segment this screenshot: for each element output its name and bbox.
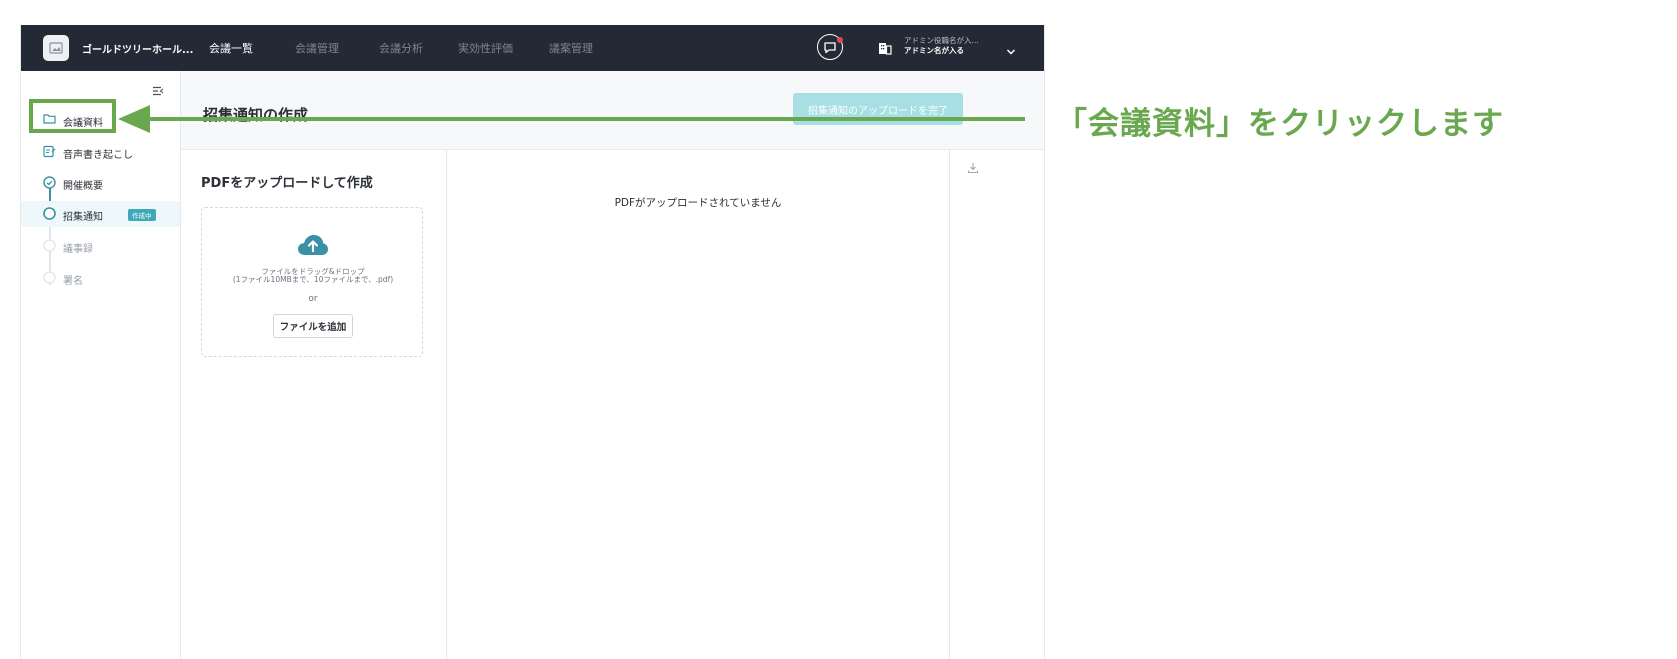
page-header: 招集通知の作成 招集通知のアップロードを完了: [181, 71, 1044, 150]
organization-name[interactable]: ゴールドツリーホール...: [82, 41, 193, 56]
sidebar-item-overview[interactable]: 開催概要: [21, 170, 180, 196]
sidebar-item-label: 議事録: [63, 244, 93, 255]
circle-icon: [43, 271, 56, 287]
or-divider-text: or: [308, 294, 318, 304]
nav-meeting-analysis[interactable]: 会議分析: [379, 40, 423, 56]
page-title: 招集通知の作成: [203, 106, 309, 124]
empty-state-message: PDFがアップロードされていません: [614, 197, 782, 209]
sidebar-item-label: 音声書き起こし: [63, 150, 133, 161]
sidebar-item-label: 署名: [63, 276, 83, 287]
sidebar-item-minutes[interactable]: 議事録: [21, 233, 180, 259]
drop-limits: (1ファイル10MBまで、10ファイルまで、.pdf): [232, 275, 394, 284]
annotation-arrow-head: [118, 105, 150, 133]
sidebar-collapse-icon[interactable]: [152, 81, 164, 100]
sidebar-item-signature[interactable]: 署名: [21, 265, 180, 291]
check-circle-icon: [43, 176, 56, 192]
annotation-arrow-line: [147, 117, 1025, 121]
nav-effectiveness-evaluation[interactable]: 実効性評価: [458, 40, 513, 56]
file-dropzone[interactable]: ファイルをドラッグ&ドロップ (1ファイル10MBまで、10ファイルまで、.pd…: [201, 207, 423, 357]
annotation-callout-text: 「会議資料」をクリックします: [1056, 106, 1504, 142]
status-badge: 作成中: [128, 209, 156, 221]
top-navigation-bar: ゴールドツリーホール... 会議一覧 会議管理 会議分析 実効性評価 議案管理 …: [21, 25, 1044, 71]
admin-account[interactable]: アドミン役職名が入... アドミン名が入る: [904, 36, 979, 56]
circle-icon: [43, 207, 56, 223]
annotation-highlight-box: [29, 99, 116, 133]
circle-icon: [43, 239, 56, 255]
sidebar: 会議資料 音声書き起こし 開催概要 招集通知 作成中 議事録 署名: [21, 71, 181, 659]
upload-panel: PDFをアップロードして作成 ファイルをドラッグ&ドロップ (1ファイル10MB…: [181, 150, 447, 659]
chevron-down-icon[interactable]: [1006, 41, 1016, 60]
admin-role: アドミン役職名が入...: [904, 36, 979, 45]
admin-name: アドミン名が入る: [904, 46, 964, 55]
sidebar-item-label: 開催概要: [63, 181, 103, 192]
upload-title: PDFをアップロードして作成: [201, 176, 373, 191]
download-icon[interactable]: [967, 159, 979, 178]
pdf-preview-panel: PDFがアップロードされていません: [447, 150, 950, 659]
nav-meeting-list[interactable]: 会議一覧: [209, 40, 253, 56]
building-icon: [878, 40, 892, 59]
transcript-icon: [43, 145, 56, 161]
cloud-upload-icon: [297, 234, 329, 260]
chat-icon[interactable]: [817, 34, 843, 60]
notification-dot: [837, 37, 843, 43]
nav-agenda-management[interactable]: 議案管理: [549, 40, 593, 56]
sidebar-item-transcription[interactable]: 音声書き起こし: [21, 139, 180, 165]
sidebar-item-label: 招集通知: [63, 212, 103, 223]
add-file-button[interactable]: ファイルを追加: [273, 314, 353, 338]
image-placeholder-icon[interactable]: [43, 35, 69, 61]
nav-meeting-management[interactable]: 会議管理: [295, 40, 339, 56]
sidebar-item-convocation-notice[interactable]: 招集通知 作成中: [21, 201, 180, 227]
